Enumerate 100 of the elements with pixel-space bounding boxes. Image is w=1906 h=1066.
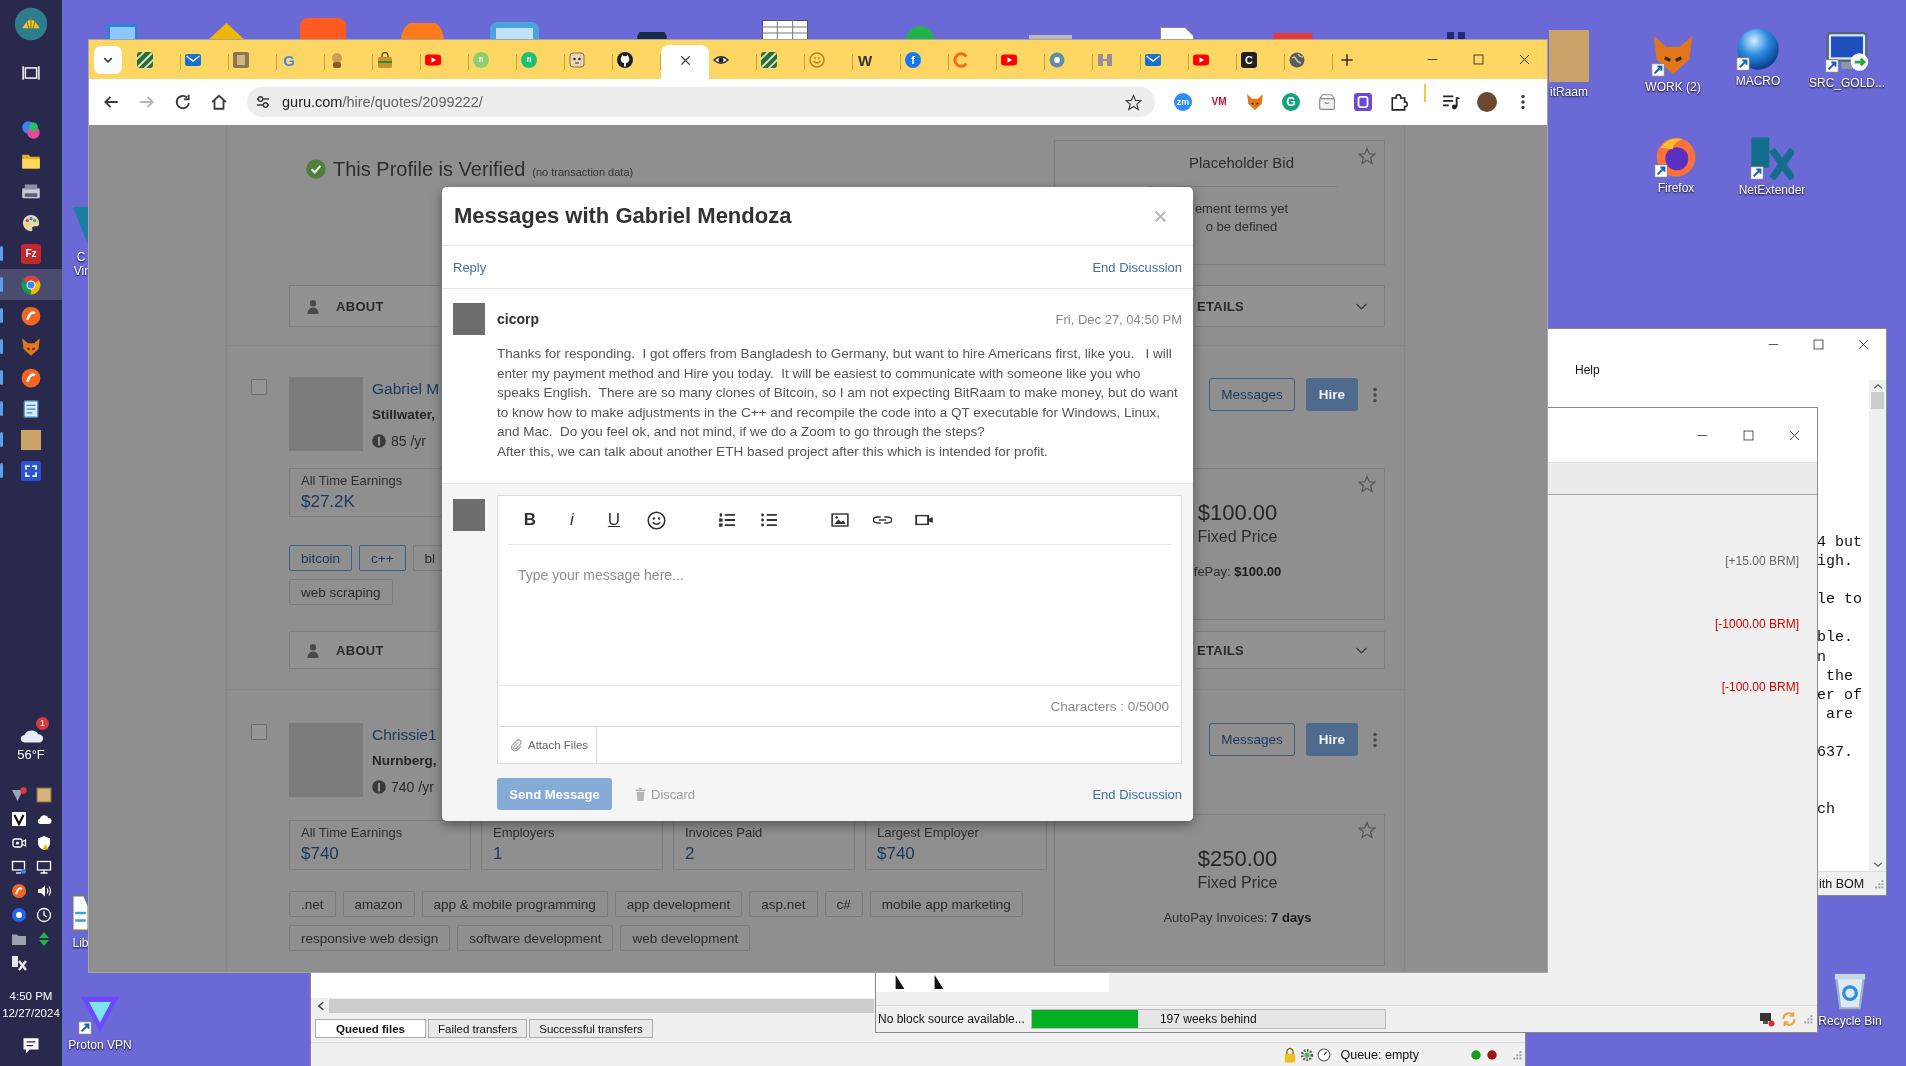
fox-icon[interactable] (1246, 93, 1264, 111)
tile-icon[interactable]: Fz (21, 243, 41, 264)
clock-icon[interactable] (35, 907, 52, 923)
wheel-icon[interactable] (21, 274, 41, 295)
underline-button[interactable]: U (593, 504, 635, 536)
tune-icon[interactable] (255, 94, 271, 110)
play-icon[interactable] (425, 52, 441, 68)
globe-icon[interactable] (1289, 52, 1305, 68)
skill-tag[interactable]: bitcoin (289, 545, 353, 571)
menu-item[interactable]: Help (1575, 363, 1600, 377)
skill-tag[interactable]: responsive web design (289, 925, 451, 951)
picture-placeholder[interactable] (35, 787, 52, 803)
disc-icon[interactable] (21, 305, 41, 326)
play-icon[interactable] (1001, 52, 1017, 68)
speaker-icon[interactable] (35, 883, 52, 899)
clock-time[interactable]: 4:50 PM (9, 988, 53, 1005)
queue-tab[interactable]: Successful transfers (529, 1019, 653, 1038)
puzzle-icon[interactable] (1390, 93, 1408, 111)
bag-icon[interactable] (377, 52, 393, 68)
star-icon[interactable] (1358, 475, 1376, 493)
network-icon[interactable] (1759, 1011, 1775, 1027)
chevron-down-icon[interactable] (1872, 861, 1883, 868)
about-toggle[interactable]: ABOUT (289, 285, 439, 327)
details-toggle[interactable]: ETAILS (1195, 285, 1385, 327)
skill-tag[interactable]: c++ (359, 545, 406, 571)
freelancer-name[interactable]: Chrissie1 (372, 725, 437, 745)
play-icon[interactable] (1193, 52, 1209, 68)
skill-tag[interactable]: app & mobile programming (421, 891, 608, 917)
monitor-icon[interactable] (10, 859, 27, 875)
tile-icon[interactable]: C (1241, 52, 1257, 68)
numbered-list-icon[interactable] (718, 511, 736, 529)
disc-icon[interactable] (10, 907, 27, 923)
document-icon[interactable] (72, 893, 89, 933)
more-icon[interactable] (1373, 386, 1377, 403)
more-icon[interactable] (1373, 731, 1377, 748)
queue-tab[interactable]: Queued files (315, 1019, 427, 1038)
bold-button[interactable]: B (509, 504, 551, 536)
fox-icon[interactable] (1651, 33, 1695, 77)
skill-tag[interactable]: app development (614, 891, 743, 917)
fox-icon[interactable] (21, 336, 41, 357)
video-camera-icon[interactable] (914, 513, 934, 527)
skill-tag[interactable]: web scraping (289, 579, 393, 605)
robot-icon[interactable] (569, 52, 585, 68)
bullet-list-icon[interactable] (760, 511, 778, 529)
window-icon[interactable] (490, 22, 539, 40)
queue-tab[interactable]: Failed transfers (428, 1019, 528, 1038)
letter-icon[interactable]: G (281, 52, 297, 68)
maximize-icon[interactable] (1472, 54, 1484, 65)
letter-icon[interactable]: VM (1210, 93, 1228, 111)
skill-tag[interactable]: web development (620, 925, 751, 951)
skill-tag[interactable]: amazon (342, 891, 415, 917)
notification-icon[interactable] (21, 1035, 41, 1055)
sphere-icon[interactable] (1736, 27, 1780, 71)
letter-icon[interactable]: W (857, 52, 873, 68)
star-icon[interactable] (1358, 147, 1376, 165)
envelope-icon[interactable] (185, 52, 201, 68)
italic-button[interactable]: i (551, 504, 593, 536)
ring-icon[interactable] (1049, 52, 1065, 68)
star-icon[interactable] (1125, 93, 1142, 111)
stripes-icon[interactable] (137, 52, 153, 68)
frame-icon[interactable] (1354, 93, 1372, 111)
shell-icon[interactable] (14, 7, 48, 41)
active-taskbar-button[interactable] (0, 269, 62, 300)
dome-icon[interactable] (637, 32, 667, 40)
smile-icon[interactable] (646, 510, 666, 530)
figure-icon[interactable] (329, 52, 345, 68)
select-checkbox[interactable] (251, 379, 267, 395)
badge-icon[interactable]: f (905, 52, 921, 68)
address-bar[interactable]: guru.com/hire/quotes/2099222/ (247, 87, 1155, 117)
box-icon[interactable] (1318, 93, 1336, 111)
cross-icon[interactable] (1750, 136, 1794, 180)
computer-icon[interactable] (1825, 29, 1869, 73)
resize-grip-icon[interactable] (1803, 1014, 1813, 1024)
messages-button[interactable]: Messages (1209, 723, 1295, 756)
chevron-up-icon[interactable] (1872, 383, 1883, 390)
badge-icon[interactable]: zm (1174, 93, 1192, 111)
scrollbar-thumb[interactable] (329, 999, 874, 1013)
stripes-icon[interactable] (761, 52, 777, 68)
end-discussion-link[interactable]: End Discussion (1092, 259, 1182, 275)
tile-icon[interactable] (233, 52, 249, 68)
close-icon[interactable] (679, 54, 691, 66)
star-icon[interactable] (1358, 821, 1376, 839)
close-icon[interactable] (1858, 339, 1869, 350)
maximize-icon[interactable] (1813, 339, 1824, 350)
sheet-icon[interactable] (762, 20, 808, 40)
cross-icon[interactable] (10, 955, 27, 971)
tile-icon[interactable] (10, 811, 27, 827)
triangle-icon[interactable] (10, 787, 27, 803)
maximize-icon[interactable] (1742, 429, 1754, 441)
avatar-icon[interactable] (1477, 92, 1497, 112)
menu-icon[interactable] (1521, 94, 1525, 110)
scrollbar-thumb[interactable] (1871, 392, 1884, 409)
disc-icon[interactable] (21, 367, 41, 388)
camera-icon[interactable] (10, 835, 27, 851)
cat-icon[interactable] (617, 52, 633, 68)
skill-tag[interactable]: asp.net (749, 891, 818, 917)
details-toggle[interactable]: ETAILS (1195, 631, 1385, 669)
palette-icon[interactable] (21, 212, 41, 233)
attach-files-button[interactable]: Attach Files (498, 727, 597, 763)
reload-icon[interactable] (174, 93, 192, 111)
